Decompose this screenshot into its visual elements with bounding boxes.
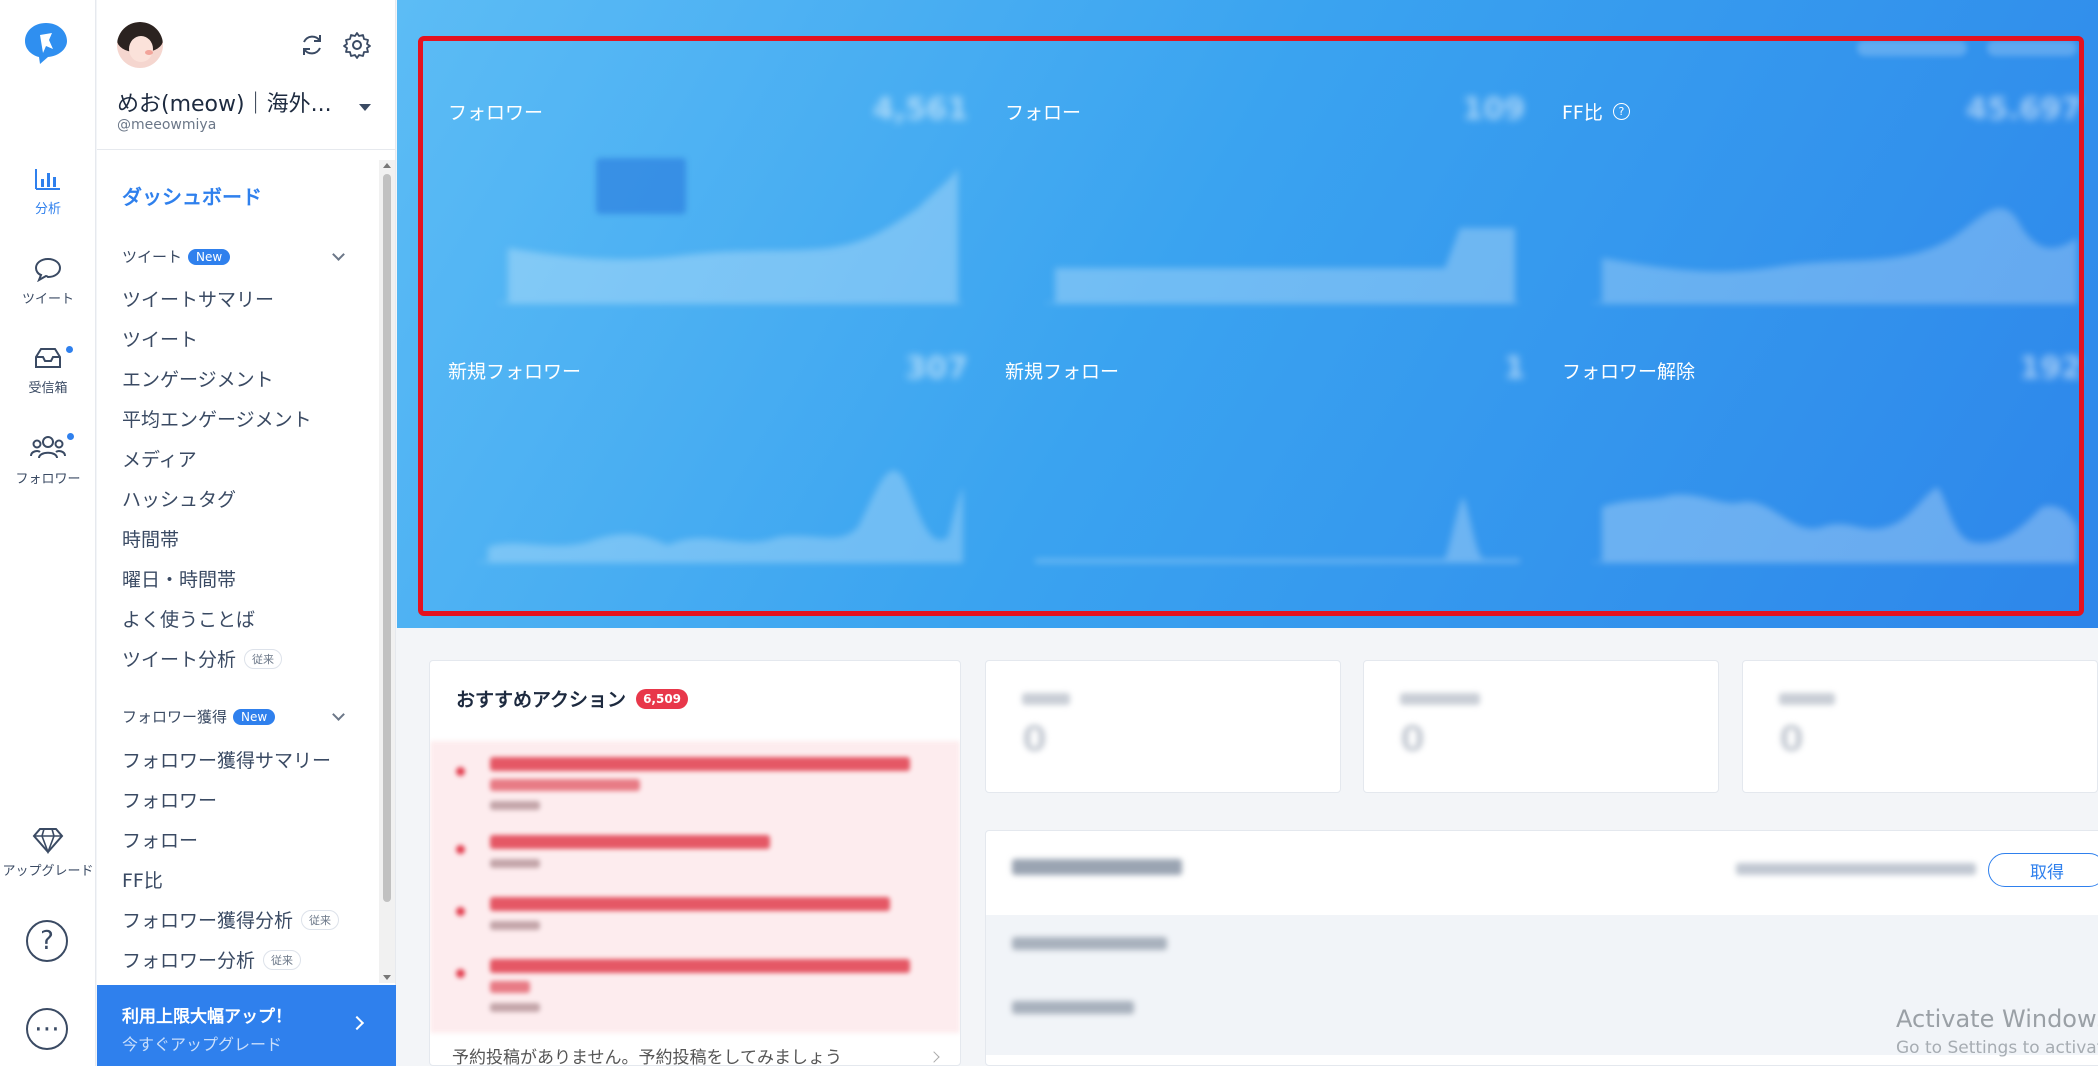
sidebar: めお(meow)｜海外... @meeowmiya ダッシュボード ツイート N… xyxy=(97,0,396,1066)
chevron-right-icon xyxy=(928,1051,940,1063)
menu-item-engagement[interactable]: エンゲージメント xyxy=(122,365,274,392)
activation-watermark-title: Activate Windows xyxy=(1896,1005,2098,1033)
legacy-tag: 従来 xyxy=(244,648,283,669)
rail-followers[interactable]: フォロワー xyxy=(0,434,96,487)
stat-label xyxy=(1400,693,1480,705)
upgrade-banner-subtitle: 今すぐアップグレード xyxy=(122,1035,283,1054)
more-glyph: ⋯ xyxy=(34,1014,60,1044)
upgrade-banner[interactable]: 利用上限大幅アップ！ 今すぐアップグレード xyxy=(97,985,396,1066)
app-logo-icon[interactable] xyxy=(22,20,70,66)
sidebar-menu: ダッシュボード ツイート New ツイートサマリー ツイート エンゲージメント … xyxy=(97,151,379,983)
scrollbar-thumb[interactable] xyxy=(383,174,391,902)
rail-analytics-label: 分析 xyxy=(34,202,61,217)
recommended-actions-title: おすすめアクション 6,509 xyxy=(456,685,689,712)
account-name[interactable]: めお(meow)｜海外... xyxy=(117,86,342,118)
rail-analytics[interactable]: 分析 xyxy=(0,166,96,217)
users-icon xyxy=(30,436,66,459)
menu-section-tweets[interactable]: ツイート New xyxy=(122,246,231,267)
profile-header: めお(meow)｜海外... @meeowmiya xyxy=(97,0,395,150)
blurred-text xyxy=(1012,1001,1134,1014)
rail-tweets[interactable]: ツイート xyxy=(0,256,96,307)
retweet-card-title xyxy=(1012,859,1182,875)
followers-notification-dot xyxy=(67,433,74,440)
main-content: フォロワー 4,561 フォロー 109 FF比 ? 45.697 新規フォロワ… xyxy=(397,0,2098,1066)
menu-item-tweet-analysis[interactable]: ツイート分析 従来 xyxy=(122,645,283,672)
menu-item-frequent-words[interactable]: よく使うことば xyxy=(122,605,255,632)
highlight-frame xyxy=(418,36,2084,616)
recommended-count-badge: 6,509 xyxy=(636,688,689,709)
rail-inbox-label: 受信箱 xyxy=(28,381,68,396)
menu-item-follower-growth-analysis[interactable]: フォロワー獲得分析 従来 xyxy=(122,906,340,933)
gear-icon[interactable] xyxy=(342,30,372,60)
help-icon[interactable]: ? xyxy=(26,920,68,962)
menu-item-tweets[interactable]: ツイート xyxy=(122,325,198,352)
recommended-actions-list xyxy=(430,741,960,1033)
more-icon[interactable]: ⋯ xyxy=(26,1008,68,1050)
menu-item-avg-engagement[interactable]: 平均エンゲージメント xyxy=(122,405,312,432)
menu-item-media[interactable]: メディア xyxy=(122,445,197,472)
activation-watermark-subtitle: Go to Settings to activate xyxy=(1896,1038,2098,1058)
diamond-icon xyxy=(32,828,64,854)
sidebar-scrollbar[interactable] xyxy=(379,160,395,983)
blurred-text xyxy=(1012,937,1167,950)
menu-item-follower-summary[interactable]: フォロワー獲得サマリー xyxy=(122,746,331,773)
stat-value: 0 xyxy=(1779,719,1805,760)
stat-label xyxy=(1779,693,1835,705)
scroll-up-arrow-icon[interactable] xyxy=(383,163,391,168)
menu-section-follower-growth[interactable]: フォロワー獲得 New xyxy=(122,706,276,727)
account-handle: @meeowmiya xyxy=(117,117,217,133)
menu-item-tweet-summary[interactable]: ツイートサマリー xyxy=(122,285,274,312)
chevron-right-icon xyxy=(349,1015,365,1031)
recommended-actions-card: おすすめアクション 6,509 予約投稿がありません。予約投稿をしてみましょう xyxy=(429,660,961,1066)
stat-value: 0 xyxy=(1400,719,1426,760)
legacy-tag: 従来 xyxy=(263,949,302,970)
menu-item-hashtags[interactable]: ハッシュタグ xyxy=(122,485,236,512)
help-glyph: ? xyxy=(40,926,54,956)
bar-chart-icon xyxy=(35,169,60,190)
retweet-card-desc xyxy=(1736,863,1976,875)
refresh-icon[interactable] xyxy=(297,30,327,60)
inbox-notification-dot xyxy=(66,346,73,353)
retweet-card-body xyxy=(986,915,2098,1055)
rail-followers-label: フォロワー xyxy=(15,472,81,487)
menu-section-tweets-title: ツイート xyxy=(122,248,183,266)
legacy-tag: 従来 xyxy=(301,909,340,930)
icon-rail: 分析 ツイート 受信箱 フォロワー アップグレード ? ⋯ xyxy=(0,0,96,1066)
menu-section-follower-growth-title: フォロワー獲得 xyxy=(122,708,228,726)
rail-tweets-label: ツイート xyxy=(21,292,74,307)
menu-item-time-of-day[interactable]: 時間帯 xyxy=(122,525,179,552)
upgrade-banner-title: 利用上限大幅アップ！ xyxy=(122,1007,292,1027)
menu-dashboard[interactable]: ダッシュボード xyxy=(122,181,262,210)
menu-item-followers[interactable]: フォロワー xyxy=(122,786,217,813)
avatar[interactable] xyxy=(117,22,163,68)
rail-upgrade-label: アップグレード xyxy=(2,864,94,879)
new-badge: New xyxy=(188,248,231,265)
summary-hero: フォロワー 4,561 フォロー 109 FF比 ? 45.697 新規フォロワ… xyxy=(397,0,2098,628)
chevron-down-icon[interactable] xyxy=(332,248,345,261)
account-switch-caret-icon[interactable] xyxy=(359,104,371,111)
new-badge: New xyxy=(233,708,276,725)
scheduled-post-note[interactable]: 予約投稿がありません。予約投稿をしてみましょう xyxy=(452,1043,842,1065)
menu-item-following[interactable]: フォロー xyxy=(122,826,198,853)
stat-card: 0 xyxy=(1742,660,2098,793)
menu-item-weekday-time[interactable]: 曜日・時間帯 xyxy=(122,565,236,592)
menu-item-follower-analysis[interactable]: フォロワー分析 従来 xyxy=(122,946,302,973)
stat-label xyxy=(1022,693,1070,705)
speech-bubble-icon xyxy=(34,257,62,282)
stat-value: 0 xyxy=(1022,719,1048,760)
stat-card: 0 xyxy=(985,660,1341,793)
scroll-down-arrow-icon[interactable] xyxy=(383,975,391,980)
chevron-down-icon[interactable] xyxy=(332,708,345,721)
rail-inbox[interactable]: 受信箱 xyxy=(0,345,96,396)
stat-card: 0 xyxy=(1363,660,1719,793)
inbox-icon xyxy=(35,348,61,368)
rail-upgrade[interactable]: アップグレード xyxy=(0,826,96,879)
fetch-button[interactable]: 取得 xyxy=(1988,853,2098,887)
menu-item-ff-ratio[interactable]: FF比 xyxy=(122,866,163,893)
